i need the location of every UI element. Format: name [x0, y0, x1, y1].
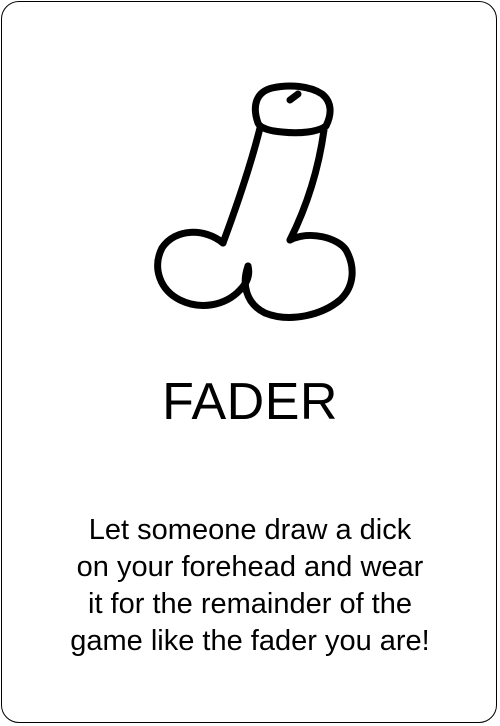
card-text-line: Let someone draw a dick	[88, 514, 412, 546]
card-text-line: game like the fader you are!	[70, 625, 430, 657]
card-text: Let someone draw a dick on your forehead…	[0, 512, 500, 660]
card-text-line: it for the remainder of the	[88, 588, 412, 620]
card-title: FADER	[162, 373, 338, 431]
card-text-line: on your forehead and wear	[76, 551, 424, 583]
doodle-drawing-icon	[154, 82, 356, 321]
